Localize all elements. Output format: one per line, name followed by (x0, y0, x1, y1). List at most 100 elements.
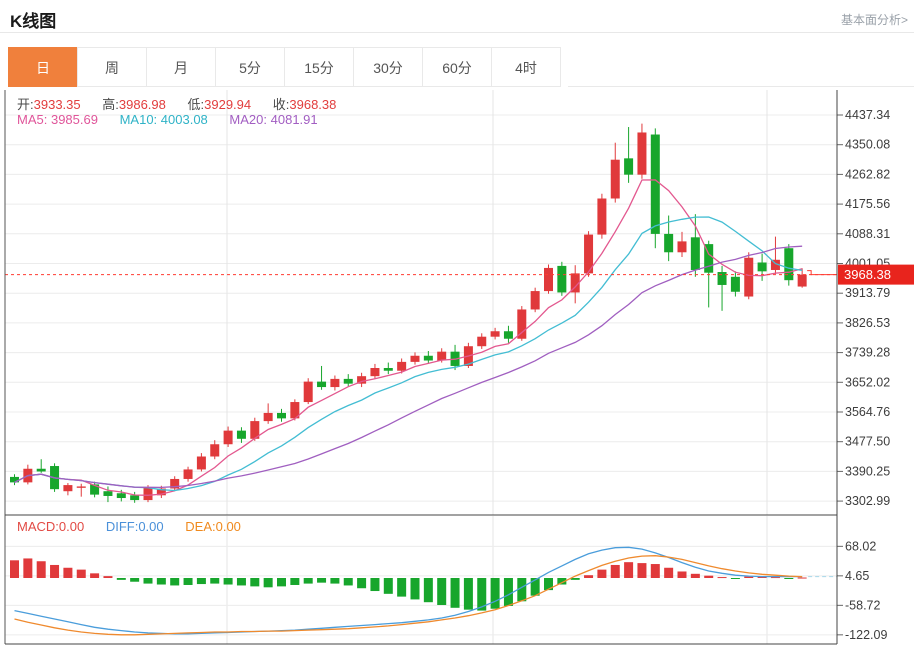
candle (397, 361, 407, 371)
candle (597, 198, 607, 235)
dea-legend: DEA:0.00 (185, 519, 241, 534)
macd-histogram-bar (76, 569, 86, 578)
current-price-tag-label: 3968.38 (844, 267, 891, 282)
candle (116, 493, 126, 499)
candle (63, 485, 73, 492)
candle (784, 248, 794, 281)
y-axis-label: 3739.28 (845, 346, 890, 360)
y-axis-label: 3652.02 (845, 375, 890, 389)
macd-histogram-bar (63, 567, 73, 578)
low-quote: 低:3929.94 (187, 97, 252, 112)
candle (677, 241, 687, 253)
macd-histogram-bar (343, 578, 353, 586)
candle (343, 378, 353, 384)
macd-histogram-bar (290, 578, 300, 585)
macd-histogram-bar (277, 578, 286, 587)
macd-histogram-bar (397, 578, 407, 597)
macd-histogram-bar (250, 578, 260, 587)
candle (103, 491, 113, 496)
y-axis-label: 3826.53 (845, 316, 890, 330)
macd-y-axis-label: -122.09 (845, 628, 887, 642)
macd-histogram-bar (383, 578, 393, 594)
candle (76, 486, 86, 488)
y-axis-label: 4262.82 (845, 167, 890, 181)
macd-legend: MACD:0.00 (17, 519, 85, 534)
candle (690, 237, 700, 270)
candle (317, 381, 327, 388)
macd-histogram-bar (503, 578, 513, 606)
ma5-legend: MA5: 3985.69 (17, 112, 98, 127)
candle (797, 274, 807, 287)
macd-histogram-bar (10, 560, 19, 578)
candle (236, 430, 246, 439)
ma-legend-bar: MA5: 3985.69 MA10: 4003.08 MA20: 4081.91 (17, 112, 336, 127)
macd-histogram-bar (370, 578, 380, 592)
ma5-line (14, 179, 803, 496)
macd-y-axis-label: 68.02 (845, 539, 876, 553)
y-axis-label: 4350.08 (845, 138, 890, 152)
candle (437, 351, 447, 361)
macd-histogram-bar (690, 573, 700, 578)
macd-histogram-bar (677, 571, 687, 578)
macd-histogram-bar (717, 577, 727, 579)
macd-histogram-bar (410, 578, 420, 600)
candle (717, 272, 727, 285)
dea-line (14, 555, 803, 636)
macd-histogram-bar (624, 562, 634, 578)
macd-histogram-bar (143, 578, 153, 584)
price-connector-line (807, 270, 837, 276)
macd-histogram-bar (23, 558, 33, 578)
candle (277, 412, 286, 419)
macd-histogram-bar (490, 578, 500, 609)
macd-histogram-bar (116, 578, 126, 580)
ma10-legend: MA10: 4003.08 (119, 112, 208, 127)
macd-histogram-bar (730, 578, 740, 579)
candle (196, 456, 206, 470)
macd-histogram-bar (223, 578, 233, 585)
candle (223, 430, 233, 445)
macd-histogram-bar (210, 578, 220, 584)
macd-histogram-bar (303, 578, 313, 584)
macd-histogram-bar (236, 578, 246, 586)
candle (263, 412, 273, 422)
macd-histogram-bar (797, 577, 807, 579)
open-quote: 开:3933.35 (17, 97, 81, 112)
candle (757, 262, 767, 272)
candle (410, 355, 420, 362)
y-axis-label: 4175.56 (845, 197, 890, 211)
candle (477, 336, 487, 347)
macd-legend-bar: MACD:0.00 DIFF:0.00 DEA:0.00 (17, 519, 259, 534)
macd-histogram-bar (103, 576, 113, 578)
macd-histogram-bar (704, 575, 714, 578)
candle (143, 487, 153, 501)
macd-histogram-bar (610, 564, 620, 578)
macd-histogram-bar (597, 569, 607, 578)
y-axis-label: 4437.34 (845, 108, 890, 122)
candle (330, 378, 340, 388)
macd-histogram-bar (36, 561, 46, 578)
macd-y-axis-label: 4.65 (845, 569, 869, 583)
macd-histogram-bar (664, 567, 674, 578)
candle (210, 444, 220, 457)
close-quote: 收:3968.38 (272, 97, 337, 112)
candle (490, 331, 500, 337)
macd-histogram-bar (50, 564, 60, 578)
diff-legend: DIFF:0.00 (105, 519, 164, 534)
macd-histogram-bar (423, 578, 433, 603)
macd-histogram-bar (584, 575, 594, 578)
macd-y-axis-label: -58.72 (845, 598, 880, 612)
ma10-line (14, 216, 803, 492)
candle (36, 468, 46, 472)
macd-histogram-bar (637, 563, 647, 578)
macd-histogram-bar (650, 564, 660, 578)
candle (664, 233, 674, 253)
candle (530, 291, 540, 310)
macd-histogram-bar (170, 578, 180, 586)
candle (624, 158, 634, 175)
y-axis-label: 3302.99 (845, 494, 890, 508)
y-axis-label: 3477.50 (845, 435, 890, 449)
macd-histogram-bar (463, 578, 473, 610)
candle (303, 381, 313, 403)
candle (744, 257, 754, 297)
candle (730, 276, 740, 292)
